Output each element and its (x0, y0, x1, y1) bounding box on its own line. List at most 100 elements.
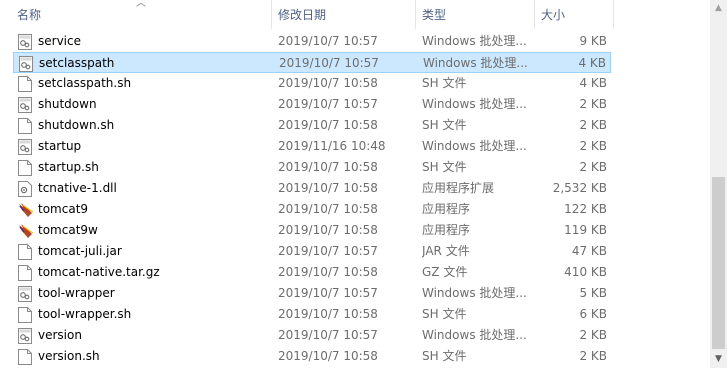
file-name: tcnative-1.dll (38, 181, 117, 195)
file-size: 2 KB (579, 349, 607, 363)
file-icon (18, 265, 32, 281)
file-type: Windows 批处理... (422, 97, 527, 111)
file-row[interactable]: version.sh 2019/10/7 10:58 SH 文件 2 KB (13, 346, 611, 367)
file-row[interactable]: tomcat9w 2019/10/7 10:58 应用程序 119 KB (13, 220, 611, 241)
file-type: SH 文件 (422, 76, 467, 90)
file-type: SH 文件 (422, 160, 467, 174)
file-size: 122 KB (564, 202, 607, 216)
file-size: 2 KB (579, 160, 607, 174)
file-name: setclasspath.sh (38, 76, 132, 90)
file-type: 应用程序扩展 (422, 181, 495, 195)
file-name: tomcat9w (38, 223, 98, 237)
file-name: tomcat-native.tar.gz (38, 265, 160, 279)
file-modified-date: 2019/10/7 10:58 (278, 118, 378, 132)
file-type: GZ 文件 (422, 265, 468, 279)
file-row[interactable]: tool-wrapper.sh 2019/10/7 10:58 SH 文件 6 KB (13, 304, 611, 325)
file-icon (18, 118, 32, 134)
file-type: Windows 批处理... (422, 34, 527, 48)
batch-file-icon (18, 139, 32, 155)
file-modified-date: 2019/10/7 10:57 (278, 286, 378, 300)
file-modified-date: 2019/10/7 10:58 (278, 181, 378, 195)
file-modified-date: 2019/10/7 10:58 (278, 223, 378, 237)
file-size: 2,532 KB (552, 181, 607, 195)
file-row[interactable]: startup 2019/11/16 10:48 Windows 批处理... 2 K… (13, 136, 611, 157)
file-row[interactable]: setclasspath.sh 2019/10/7 10:58 SH 文件 4 KB (13, 73, 611, 94)
file-size: 2 KB (579, 139, 607, 153)
file-type: 应用程序 (422, 202, 471, 216)
file-type: Windows 批处理... (423, 56, 528, 70)
file-size: 410 KB (564, 265, 607, 279)
file-name: shutdown (38, 97, 97, 111)
file-row[interactable]: setclasspath 2019/10/7 10:57 Windows 批处理..… (13, 52, 611, 73)
column-header-size[interactable]: 大小 (541, 6, 565, 24)
dll-file-icon (18, 181, 32, 197)
file-type: JAR 文件 (422, 244, 470, 258)
file-type: Windows 批处理... (422, 139, 527, 153)
file-size: 2 KB (579, 118, 607, 132)
file-row[interactable]: tomcat9 2019/10/7 10:58 应用程序 122 KB (13, 199, 611, 220)
file-type: SH 文件 (422, 118, 467, 132)
file-modified-date: 2019/10/7 10:57 (278, 328, 378, 342)
file-size: 119 KB (564, 223, 607, 237)
file-row[interactable]: startup.sh 2019/10/7 10:58 SH 文件 2 KB (13, 157, 611, 178)
scrollbar-thumb[interactable] (712, 177, 725, 349)
file-name: service (38, 34, 81, 48)
batch-file-icon (18, 286, 32, 302)
file-modified-date: 2019/10/7 10:58 (278, 202, 378, 216)
file-name: shutdown.sh (38, 118, 115, 132)
file-name: tool-wrapper.sh (38, 307, 132, 321)
column-divider[interactable] (415, 0, 416, 29)
file-name: startup (38, 139, 82, 153)
column-divider[interactable] (534, 0, 535, 29)
column-header-modified[interactable]: 修改日期 (278, 6, 326, 24)
file-row[interactable]: tomcat-juli.jar 2019/10/7 10:57 JAR 文件 47 K… (13, 241, 611, 262)
file-size: 2 KB (579, 97, 607, 111)
batch-file-icon (18, 34, 32, 50)
file-size: 9 KB (579, 34, 607, 48)
file-modified-date: 2019/10/7 10:57 (278, 97, 378, 111)
column-divider[interactable] (613, 0, 614, 29)
column-header-bar: ︿ 名称 修改日期 类型 大小 (0, 0, 710, 29)
file-type: 应用程序 (422, 223, 471, 237)
file-modified-date: 2019/10/7 10:57 (278, 244, 378, 258)
column-header-type[interactable]: 类型 (422, 6, 446, 24)
scroll-down-arrow-icon[interactable]: ▼ (710, 351, 727, 368)
file-size: 47 KB (571, 244, 607, 258)
file-row[interactable]: shutdown 2019/10/7 10:57 Windows 批处理... 2 K… (13, 94, 611, 115)
file-row[interactable]: version 2019/10/7 10:57 Windows 批处理... 2 KB (13, 325, 611, 346)
file-size: 4 KB (579, 76, 607, 90)
file-icon (18, 349, 32, 365)
file-icon (18, 76, 32, 92)
file-name: startup.sh (38, 160, 99, 174)
file-name: tomcat9 (38, 202, 89, 216)
scroll-up-arrow-icon[interactable]: ▲ (710, 0, 727, 17)
file-name: tomcat-juli.jar (38, 244, 122, 258)
batch-file-icon (19, 56, 33, 72)
batch-file-icon (18, 97, 32, 113)
file-row[interactable]: tomcat-native.tar.gz 2019/10/7 10:58 GZ 文件… (13, 262, 611, 283)
sort-ascending-icon: ︿ (136, 0, 146, 9)
file-row[interactable]: tool-wrapper 2019/10/7 10:57 Windows 批处理..… (13, 283, 611, 304)
file-modified-date: 2019/10/7 10:57 (278, 34, 378, 48)
file-size: 4 KB (578, 56, 606, 70)
vertical-scrollbar[interactable]: ▲ ▼ (710, 0, 727, 368)
file-row[interactable]: shutdown.sh 2019/10/7 10:58 SH 文件 2 KB (13, 115, 611, 136)
file-name: version.sh (38, 349, 100, 363)
batch-file-icon (18, 328, 32, 344)
file-icon (18, 160, 32, 176)
file-size: 2 KB (579, 328, 607, 342)
file-type: SH 文件 (422, 307, 467, 321)
file-type: Windows 批处理... (422, 286, 527, 300)
file-size: 5 KB (579, 286, 607, 300)
file-type: Windows 批处理... (422, 328, 527, 342)
file-modified-date: 2019/10/7 10:58 (278, 160, 378, 174)
file-modified-date: 2019/10/7 10:58 (278, 307, 378, 321)
file-row[interactable]: service 2019/10/7 10:57 Windows 批处理... 9 KB (13, 31, 611, 52)
file-modified-date: 2019/10/7 10:58 (278, 76, 378, 90)
file-row[interactable]: tcnative-1.dll 2019/10/7 10:58 应用程序扩展 2,532… (13, 178, 611, 199)
file-modified-date: 2019/10/7 10:58 (278, 265, 378, 279)
tomcat-app-icon (18, 223, 34, 239)
file-name: version (38, 328, 82, 342)
column-header-name[interactable]: 名称 (17, 6, 41, 24)
column-divider[interactable] (271, 0, 272, 29)
